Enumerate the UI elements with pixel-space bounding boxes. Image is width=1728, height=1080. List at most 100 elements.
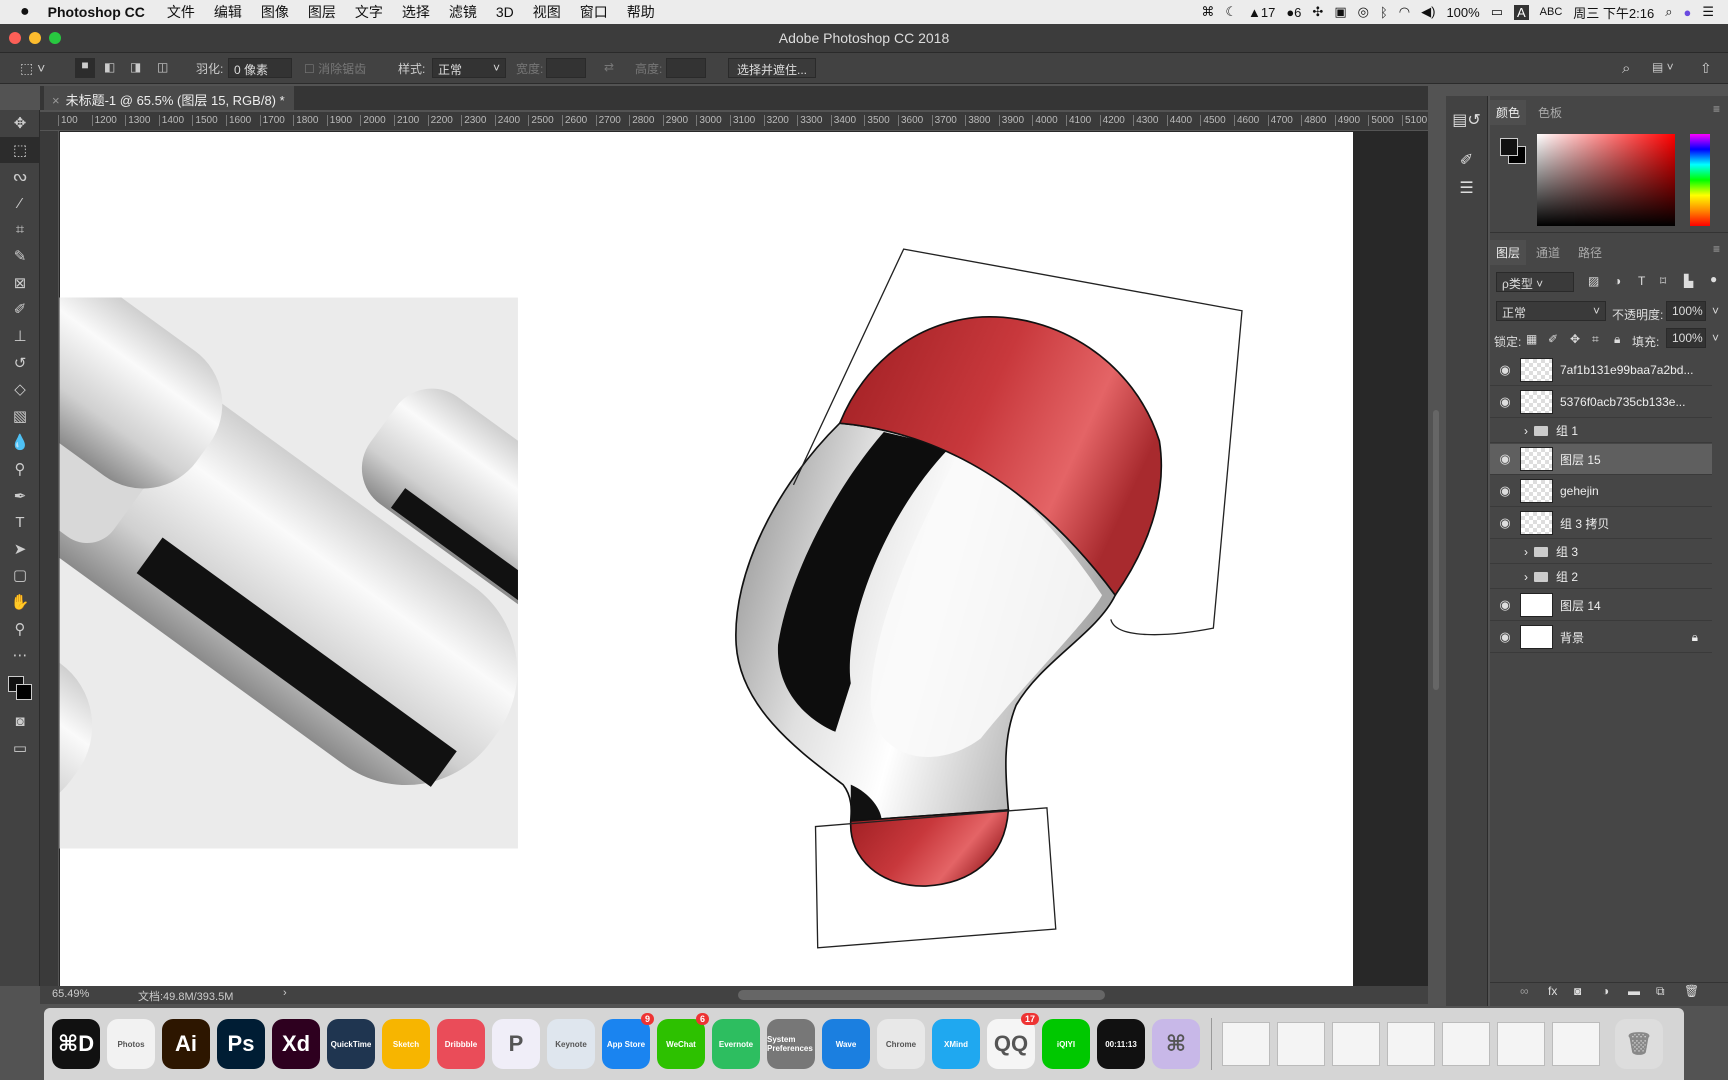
lasso-tool-icon[interactable]: ᔓ [0, 163, 40, 190]
frame-tool-icon[interactable]: ⊠ [0, 270, 40, 297]
expand-chevron-icon[interactable]: › [1524, 424, 1528, 438]
dodge-tool-icon[interactable]: ⚲ [0, 456, 40, 483]
xmind-icon[interactable]: ✣ [1312, 4, 1323, 20]
notification-center-icon[interactable]: ☰ [1702, 4, 1714, 20]
dock-recent-window[interactable] [1277, 1022, 1325, 1066]
layer-name[interactable]: 组 2 [1556, 568, 1578, 585]
screen-mode-icon[interactable]: ▭ [0, 735, 40, 762]
dock-app-wave[interactable]: Wave [822, 1019, 870, 1069]
fill-input[interactable]: 100% [1666, 328, 1706, 348]
lock-artboard-icon[interactable]: ⌗ [1592, 332, 1599, 347]
brush-settings-icon[interactable]: ✐ [1446, 150, 1487, 170]
lock-position-icon[interactable]: ✥ [1570, 332, 1580, 346]
new-selection-icon[interactable]: ■ [75, 58, 95, 78]
menu-help[interactable]: 帮助 [627, 2, 655, 22]
visibility-eye-icon[interactable]: ◉ [1490, 451, 1520, 467]
dock-app-evernote[interactable]: Evernote [712, 1019, 760, 1069]
panel-menu-icon[interactable]: ≡ [1713, 102, 1720, 116]
clock[interactable]: 周三 下午2:16 [1573, 3, 1654, 22]
layer-row[interactable]: › 组 1 [1490, 419, 1712, 443]
hand-tool-icon[interactable]: ✋ [0, 589, 40, 616]
filter-toggle[interactable]: ● [1710, 272, 1717, 286]
dock-app-chrome[interactable]: Chrome [877, 1019, 925, 1069]
subtract-selection-icon[interactable]: ◨ [130, 60, 141, 74]
visibility-eye-icon[interactable]: ◉ [1490, 629, 1520, 645]
feather-input[interactable]: 0 像素 [228, 58, 292, 78]
color-field[interactable] [1537, 134, 1675, 226]
dock-app-system-preferences[interactable]: System Preferences [767, 1019, 815, 1069]
menu-image[interactable]: 图像 [261, 2, 289, 22]
filter-adjustment-icon[interactable]: ◑ [1614, 274, 1621, 288]
filter-pixel-icon[interactable]: ▨ [1588, 274, 1599, 288]
dock-recent-window[interactable] [1222, 1022, 1270, 1066]
menu-file[interactable]: 文件 [167, 2, 195, 22]
expand-chevron-icon[interactable]: › [1524, 545, 1528, 559]
menu-filter[interactable]: 滤镜 [449, 2, 477, 22]
menu-type[interactable]: 文字 [355, 2, 383, 22]
layer-name[interactable]: 图层 14 [1560, 597, 1601, 614]
visibility-eye-icon[interactable]: ◉ [1490, 515, 1520, 531]
filter-shape-icon[interactable]: ⌑ [1660, 274, 1666, 288]
layer-row[interactable]: ◉ 组 3 拷贝 [1490, 508, 1712, 539]
dock-app-xd[interactable]: Xd [272, 1019, 320, 1069]
dock-app-dribbble[interactable]: Dribbble [437, 1019, 485, 1069]
history-panel-icon[interactable]: ▤↺ [1446, 110, 1487, 130]
move-tool-icon[interactable]: ✥ [0, 110, 40, 137]
height-input[interactable] [666, 58, 706, 78]
spotlight-icon[interactable]: ⌕ [1665, 4, 1672, 20]
input-source[interactable]: ABC [1540, 6, 1563, 18]
layer-row[interactable]: ◉ 7af1b131e99baa7a2bd... [1490, 355, 1712, 386]
layer-row[interactable]: › 组 3 [1490, 540, 1712, 564]
vertical-scrollbar[interactable] [1433, 410, 1439, 690]
crop-tool-icon[interactable]: ⌗ [0, 216, 40, 243]
brush-tool-icon[interactable]: ✐ [0, 296, 40, 323]
siri-icon[interactable]: ● [1683, 5, 1691, 20]
dock-app-p[interactable]: P [492, 1019, 540, 1069]
eyedropper-tool-icon[interactable]: ✎ [0, 243, 40, 270]
layer-name[interactable]: 组 1 [1556, 422, 1578, 439]
magic-wand-tool-icon[interactable]: ⁄ [0, 190, 40, 217]
antialias-checkbox[interactable]: ☐ 消除锯齿 [304, 60, 366, 77]
dock-app-qq[interactable]: QQ 17 [987, 1013, 1039, 1069]
add-selection-icon[interactable]: ◧ [104, 60, 115, 74]
visibility-eye-icon[interactable]: ◉ [1490, 483, 1520, 499]
menu-select[interactable]: 选择 [402, 2, 430, 22]
creative-cloud-icon[interactable]: ◎ [1358, 4, 1369, 20]
layer-row[interactable]: ◉ gehejin [1490, 476, 1712, 507]
pen-tool-icon[interactable]: ✒ [0, 482, 40, 509]
dock-recent-window[interactable] [1442, 1022, 1490, 1066]
swap-icon[interactable]: ⇄ [604, 60, 614, 74]
horizontal-scrollbar[interactable] [738, 990, 1105, 1000]
apple-icon[interactable]: ● [20, 3, 30, 21]
workspace-icon[interactable]: ▤ ˅ [1652, 60, 1674, 74]
marquee-preset-icon[interactable]: ⬚ ˅ [20, 60, 45, 77]
quick-mask-icon[interactable]: ◙ [0, 708, 40, 735]
layer-name[interactable]: 图层 15 [1560, 451, 1601, 468]
dock-recent-window[interactable] [1552, 1022, 1600, 1066]
eraser-tool-icon[interactable]: ◇ [0, 376, 40, 403]
trash-icon[interactable]: 🗑︎ [1615, 1019, 1663, 1069]
visibility-eye-icon[interactable]: ◉ [1490, 362, 1520, 378]
link-layers-icon[interactable]: ∞ [1520, 984, 1529, 998]
layer-name[interactable]: 组 3 拷贝 [1560, 515, 1609, 532]
wifi-icon[interactable]: ◠ [1399, 4, 1410, 20]
qq-notification-icon[interactable]: ▲17 [1248, 5, 1275, 20]
layer-name[interactable]: 组 3 [1556, 543, 1578, 560]
battery-icon[interactable]: ▭ [1491, 4, 1503, 20]
tab-layers[interactable]: 图层 [1490, 240, 1527, 265]
opacity-dropdown-icon[interactable]: ˅ [1712, 304, 1719, 318]
dock-app--d[interactable]: ⌘D [52, 1019, 100, 1069]
visibility-eye-icon[interactable]: ◉ [1490, 394, 1520, 410]
wechat-icon[interactable]: ●6 [1286, 5, 1301, 20]
rect-marquee-tool-icon[interactable]: ⬚ [0, 136, 40, 164]
display-icon[interactable]: ▣ [1334, 4, 1346, 20]
opacity-input[interactable]: 100% [1666, 301, 1706, 321]
blur-tool-icon[interactable]: 💧 [0, 429, 40, 456]
document-canvas[interactable] [60, 132, 1353, 986]
zoom-level[interactable]: 65.49% [52, 988, 89, 1000]
layer-name[interactable]: 背景 [1560, 629, 1584, 646]
dock-app-iqiyi[interactable]: iQIYI [1042, 1019, 1090, 1069]
dock-app-wechat[interactable]: WeChat 6 [657, 1013, 709, 1069]
width-input[interactable] [546, 58, 586, 78]
tab-swatches[interactable]: 色板 [1532, 100, 1568, 125]
